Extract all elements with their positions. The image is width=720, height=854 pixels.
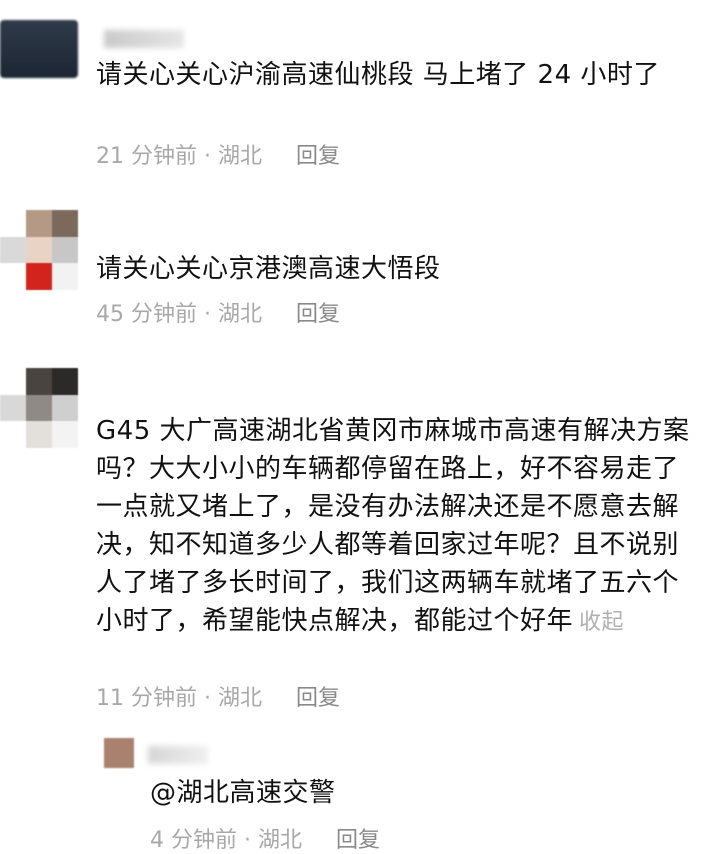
comment-time: 45 分钟前 · 湖北 (96, 302, 262, 327)
collapse-button[interactable]: 收起 (579, 610, 624, 635)
comment-item: 请关心关心京港澳高速大悟段 45 分钟前 · 湖北 回复 (0, 180, 720, 350)
avatar[interactable] (0, 20, 78, 78)
comment-text: 请关心关心京港澳高速大悟段 (96, 254, 441, 284)
comment-meta: 11 分钟前 · 湖北 回复 (96, 680, 340, 712)
comment-text: @湖北高速交警 (150, 778, 336, 808)
comment-meta: 45 分钟前 · 湖北 回复 (96, 296, 340, 328)
reply-item: @湖北高速交警 4 分钟前 · 湖北 回复 (0, 730, 720, 853)
reply-button[interactable]: 回复 (296, 686, 340, 711)
comment-meta: 4 分钟前 · 湖北 回复 (150, 822, 380, 854)
reply-button[interactable]: 回复 (336, 828, 380, 853)
username[interactable] (148, 746, 208, 764)
avatar[interactable] (0, 368, 78, 448)
username[interactable] (104, 30, 184, 48)
comment-time: 11 分钟前 · 湖北 (96, 686, 262, 711)
comment-item: G45 大广高速湖北省黄冈市麻城市高速有解决方案吗？大大小小的车辆都停留在路上，… (0, 350, 720, 730)
avatar[interactable] (0, 210, 78, 290)
comment-time: 21 分钟前 · 湖北 (96, 144, 262, 169)
reply-button[interactable]: 回复 (296, 302, 340, 327)
reply-button[interactable]: 回复 (296, 144, 340, 169)
comment-text: G45 大广高速湖北省黄冈市麻城市高速有解决方案吗？大大小小的车辆都停留在路上，… (96, 416, 690, 636)
avatar[interactable] (104, 738, 134, 768)
comment-item: 请关心关心沪渝高速仙桃段 马上堵了 24 小时了 21 分钟前 · 湖北 回复 (0, 0, 720, 180)
comment-time: 4 分钟前 · 湖北 (150, 828, 302, 853)
comment-text: 请关心关心沪渝高速仙桃段 马上堵了 24 小时了 (96, 60, 660, 90)
comment-meta: 21 分钟前 · 湖北 回复 (96, 138, 340, 170)
